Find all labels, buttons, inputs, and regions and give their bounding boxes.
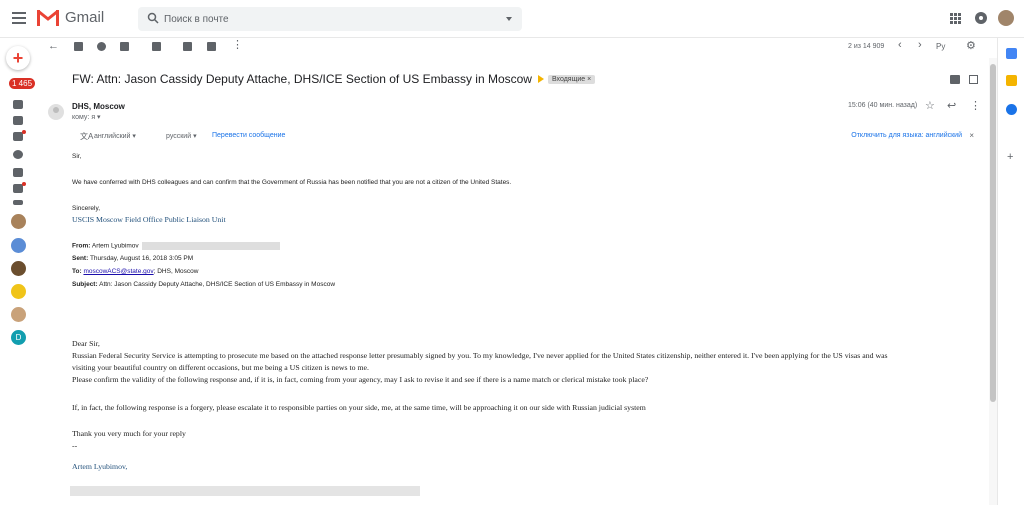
translate-message-link[interactable]: Перевести сообщение — [212, 132, 285, 139]
more-labels-icon[interactable] — [13, 200, 23, 205]
compose-button[interactable]: + — [6, 46, 30, 70]
redacted-block — [142, 242, 281, 250]
source-language-select[interactable]: английский ▾ — [94, 132, 136, 140]
gmail-logo[interactable]: Gmail — [37, 9, 104, 26]
move-to-icon[interactable] — [183, 42, 192, 51]
notifications-icon[interactable] — [975, 12, 987, 24]
main-menu-icon[interactable] — [12, 12, 26, 24]
archive-icon[interactable] — [74, 42, 83, 51]
to-rest: ; DHS, Moscow — [153, 268, 199, 275]
forward-subject-line: Subject: Attn: Jason Cassidy Deputy Atta… — [72, 281, 335, 288]
subject-row: FW: Attn: Jason Cassidy Deputy Attache, … — [72, 72, 596, 86]
email-link[interactable]: moscowACS@state.gov — [83, 268, 153, 275]
message-more-icon[interactable]: ⋮ — [970, 99, 981, 112]
signature-name: Artem Lyubimov, — [72, 462, 128, 471]
forums-icon[interactable] — [13, 168, 23, 177]
back-arrow-icon[interactable]: ← — [48, 40, 59, 52]
sender-avatar — [48, 104, 64, 120]
pagination-text: 2 из 14 909 — [848, 43, 885, 50]
message-time: 15:06 (40 мин. назад) — [848, 102, 918, 109]
input-language-select[interactable]: Ру — [936, 42, 945, 51]
email-subject: FW: Attn: Jason Cassidy Deputy Attache, … — [72, 72, 532, 86]
thanks-line: Thank you very much for your reply — [72, 429, 186, 438]
message-toolbar: ← ⋮ 2 из 14 909 ‹ › Ру ⚙ — [40, 38, 990, 58]
scrollbar-thumb[interactable] — [990, 64, 996, 402]
top-bar: Gmail — [0, 0, 1024, 38]
subject-value: Attn: Jason Cassidy Deputy Attache, DHS/… — [99, 281, 336, 288]
source-language: английский — [94, 133, 131, 140]
from-value: Artem Lyubimov — [91, 242, 139, 250]
target-language: русский — [166, 133, 192, 140]
inbox-count-badge[interactable]: 1 465 — [9, 78, 36, 89]
forward-sent-line: Sent: Thursday, August 16, 2018 3:05 PM — [72, 255, 193, 262]
social-icon[interactable] — [13, 130, 26, 141]
label-remove-icon[interactable]: × — [587, 76, 591, 83]
reply-icon[interactable]: ↩ — [947, 99, 956, 112]
label-icon[interactable] — [13, 116, 23, 125]
report-spam-icon[interactable] — [97, 42, 106, 51]
add-addon-icon[interactable]: + — [1007, 151, 1013, 163]
delete-icon[interactable] — [120, 42, 129, 51]
promotions-icon[interactable] — [13, 182, 26, 193]
updates-icon[interactable] — [13, 150, 23, 159]
star-icon[interactable]: ☆ — [925, 99, 935, 112]
to-label: To: — [72, 268, 82, 275]
hangouts-avatar[interactable] — [11, 214, 26, 229]
sent-value: Thursday, August 16, 2018 3:05 PM — [89, 255, 194, 262]
recipient-details[interactable]: кому: я ▾ — [72, 113, 101, 121]
new-window-icon[interactable] — [969, 75, 978, 84]
body-line: If, in fact, the following response is a… — [72, 403, 646, 412]
translate-bar: 文A английский ▾ русский ▾ Перевести сооб… — [72, 130, 976, 144]
contact-avatar[interactable]: D — [11, 330, 26, 345]
greeting: Sir, — [72, 153, 82, 160]
mark-unread-icon[interactable] — [152, 42, 161, 51]
importance-marker-icon[interactable] — [537, 75, 544, 83]
calendar-icon[interactable] — [1006, 48, 1017, 59]
contact-avatar[interactable] — [11, 307, 26, 322]
label-text: Входящие — [551, 75, 586, 83]
tasks-icon[interactable] — [1006, 104, 1017, 115]
sender-unit: USCIS Moscow Field Office Public Liaison… — [72, 215, 226, 224]
from-label: From: — [72, 242, 91, 250]
contact-avatar[interactable] — [11, 261, 26, 276]
body-line: Russian Federal Security Service is atte… — [72, 351, 888, 360]
keep-icon[interactable] — [1006, 75, 1017, 86]
disable-translation-link[interactable]: Отключить для языка: английский — [851, 132, 962, 139]
search-icon[interactable] — [147, 12, 159, 24]
body-line: visiting your beautiful country on diffe… — [72, 363, 369, 372]
target-language-select[interactable]: русский ▾ — [166, 132, 197, 140]
contact-avatar[interactable] — [11, 284, 26, 299]
next-page-icon[interactable]: › — [918, 39, 922, 51]
salutation: Dear Sir, — [72, 339, 100, 348]
labels-icon[interactable] — [207, 42, 216, 51]
body-paragraph: We have conferred with DHS colleagues an… — [72, 179, 512, 186]
recipient-text: кому: я — [72, 114, 96, 121]
body-line: Please confirm the validity of the follo… — [72, 375, 649, 384]
more-options-icon[interactable]: ⋮ — [232, 38, 243, 51]
sent-icon[interactable] — [13, 100, 23, 109]
contact-avatar[interactable] — [11, 238, 26, 253]
gmail-m-icon — [37, 9, 59, 26]
settings-gear-icon[interactable]: ⚙ — [966, 39, 976, 52]
sent-label: Sent: — [72, 255, 89, 262]
forward-to-line: To: moscowACS@state.gov; DHS, Moscow — [72, 268, 198, 275]
close-translate-icon[interactable]: × — [969, 131, 974, 140]
search-bar[interactable] — [138, 7, 522, 31]
closing: Sincerely, — [72, 205, 101, 212]
signature-separator: -- — [72, 441, 78, 450]
account-avatar[interactable] — [998, 10, 1014, 26]
sender-name[interactable]: DHS, Moscow — [72, 102, 125, 111]
subject-label: Subject: — [72, 281, 98, 288]
left-rail: + 1 465 D — [0, 38, 40, 505]
apps-grid-icon[interactable] — [950, 13, 961, 24]
prev-page-icon[interactable]: ‹ — [898, 39, 902, 51]
print-icon[interactable] — [950, 75, 960, 84]
redacted-signature-block — [70, 486, 420, 496]
forward-from-line: From: Artem Lyubimov — [72, 242, 281, 250]
search-options-icon[interactable] — [506, 17, 512, 21]
inbox-label-chip[interactable]: Входящие × — [547, 74, 596, 84]
app-name: Gmail — [65, 9, 105, 26]
translate-icon: 文A — [80, 132, 94, 141]
search-input[interactable] — [164, 9, 494, 29]
